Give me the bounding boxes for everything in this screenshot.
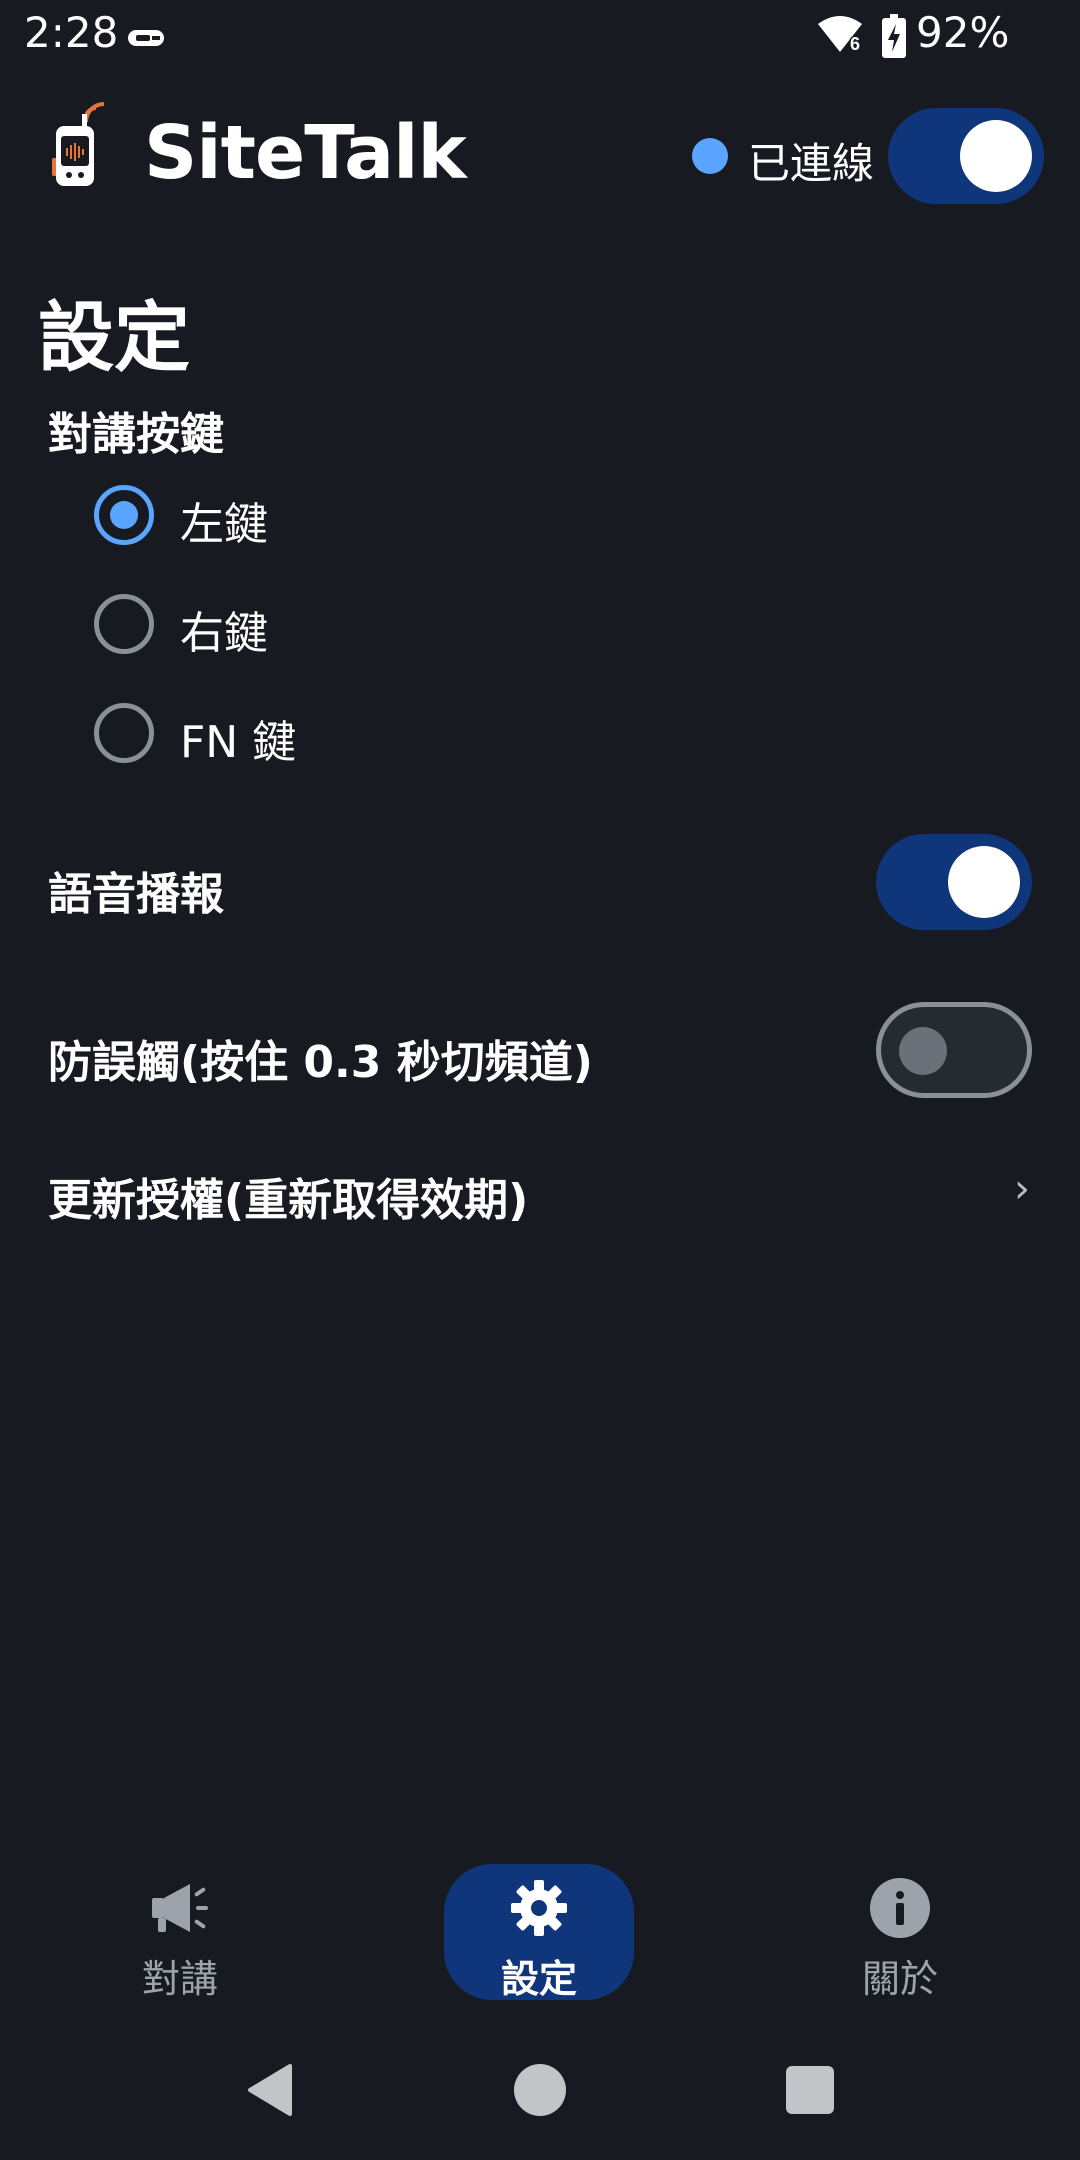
- battery-charging-icon: [882, 14, 906, 58]
- anti-mistouch-switch[interactable]: [876, 1002, 1032, 1098]
- back-icon[interactable]: [246, 2064, 294, 2116]
- gear-icon: [511, 1880, 567, 1936]
- info-icon: [870, 1878, 930, 1938]
- connection-status-label: 已連線: [748, 139, 875, 188]
- nav-item-settings[interactable]: 設定: [444, 1864, 634, 2001]
- anti-mistouch-label: 防誤觸(按住 0.3 秒切頻道): [48, 1037, 593, 1088]
- radio-label: 右鍵: [180, 608, 268, 659]
- nav-item-talk[interactable]: 對講: [85, 1864, 275, 2001]
- nav-label: 設定: [500, 1957, 577, 2001]
- radio-option-left-key[interactable]: 左鍵: [94, 480, 594, 550]
- app-title: SiteTalk: [144, 110, 467, 196]
- nav-item-about[interactable]: 關於: [805, 1864, 995, 2001]
- radio-label: FN 鍵: [180, 717, 297, 768]
- wifi-badge: 6: [850, 34, 860, 54]
- renew-license-label: 更新授權(重新取得效期): [48, 1175, 529, 1226]
- usb-icon: [128, 30, 164, 46]
- nav-label: 關於: [861, 1957, 938, 2001]
- radio-button[interactable]: [94, 594, 154, 654]
- switch-knob: [960, 120, 1032, 192]
- settings-screen: 2:28 6 92% SiteTalk 已連線 設定 對講按鍵 左鍵 右鍵 FN…: [0, 0, 1080, 2160]
- wifi-icon: 6: [818, 16, 862, 54]
- radio-button-checked[interactable]: [94, 485, 154, 545]
- switch-knob: [948, 846, 1020, 918]
- radio-label: 左鍵: [180, 499, 268, 550]
- megaphone-icon: [152, 1884, 208, 1932]
- sitetalk-logo-icon: [52, 102, 105, 186]
- ptt-section-label: 對講按鍵: [48, 409, 224, 460]
- nav-label: 對講: [141, 1957, 218, 2001]
- radio-option-right-key[interactable]: 右鍵: [94, 589, 594, 659]
- renew-license-row[interactable]: 更新授權(重新取得效期): [0, 1150, 1080, 1234]
- system-nav-bar: [0, 2040, 1080, 2136]
- recents-button[interactable]: [786, 2066, 834, 2114]
- voice-announce-label: 語音播報: [48, 869, 224, 920]
- radio-dot: [110, 501, 138, 529]
- connection-switch[interactable]: [888, 108, 1044, 204]
- home-button[interactable]: [514, 2064, 566, 2116]
- battery-percent: 92%: [916, 8, 1010, 57]
- page-title: 設定: [38, 293, 190, 382]
- connection-status-dot: [692, 138, 728, 174]
- radio-button[interactable]: [94, 703, 154, 763]
- radio-option-fn-key[interactable]: FN 鍵: [94, 698, 594, 768]
- switch-knob: [899, 1027, 947, 1075]
- chevron-right-icon: ›: [1014, 1166, 1030, 1212]
- status-time: 2:28: [24, 8, 119, 57]
- voice-announce-switch[interactable]: [876, 834, 1032, 930]
- bottom-nav: 對講 設定 關於: [0, 1850, 1080, 2010]
- status-bar: 2:28 6 92%: [0, 0, 1080, 76]
